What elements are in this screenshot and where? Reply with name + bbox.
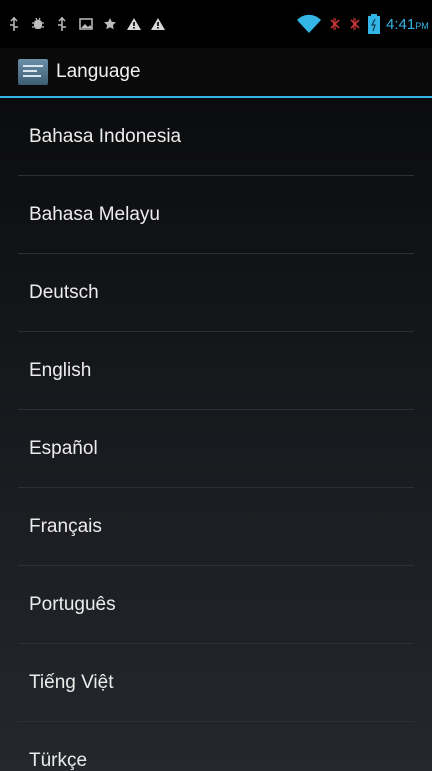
no-signal-icon [348, 14, 362, 34]
warning-icon [150, 16, 166, 32]
list-item-label: Türkçe [29, 750, 88, 771]
system-icons: 4:41PM [296, 12, 432, 36]
no-signal-icon [328, 14, 342, 34]
list-item-deutsch[interactable]: Deutsch [0, 254, 432, 332]
list-item-english[interactable]: English [0, 332, 432, 410]
list-item-label: Bahasa Indonesia [29, 126, 182, 147]
debug-icon [30, 16, 46, 32]
action-bar: Language [0, 48, 432, 96]
battery-icon [368, 14, 380, 34]
list-item-espanol[interactable]: Español [0, 410, 432, 488]
page-title: Language [56, 61, 141, 82]
clock: 4:41PM [386, 15, 429, 33]
list-item-label: Tiếng Việt [29, 672, 114, 693]
image-icon [78, 16, 94, 32]
list-item-label: Português [29, 594, 116, 615]
status-bar: 4:41PM [0, 0, 432, 48]
warning-icon [126, 16, 142, 32]
list-item-label: Español [29, 438, 98, 459]
list-item-bahasa-melayu[interactable]: Bahasa Melayu [0, 176, 432, 254]
list-item-label: Deutsch [29, 282, 99, 303]
list-item-bahasa-indonesia[interactable]: Bahasa Indonesia [0, 98, 432, 176]
list-item-portugues[interactable]: Português [0, 566, 432, 644]
language-list[interactable]: Bahasa Indonesia Bahasa Melayu Deutsch E… [0, 98, 432, 771]
wifi-icon [296, 14, 322, 34]
settings-app-icon[interactable] [18, 59, 48, 85]
list-item-label: Français [29, 516, 102, 537]
list-item-tieng-viet[interactable]: Tiếng Việt [0, 644, 432, 722]
list-item-turkce[interactable]: Türkçe [0, 722, 432, 771]
usb-icon [6, 16, 22, 32]
star-icon [102, 16, 118, 32]
usb-icon [54, 16, 70, 32]
notification-icons [6, 14, 166, 34]
list-item-label: English [29, 360, 92, 381]
list-item-label: Bahasa Melayu [29, 204, 160, 225]
list-item-francais[interactable]: Français [0, 488, 432, 566]
